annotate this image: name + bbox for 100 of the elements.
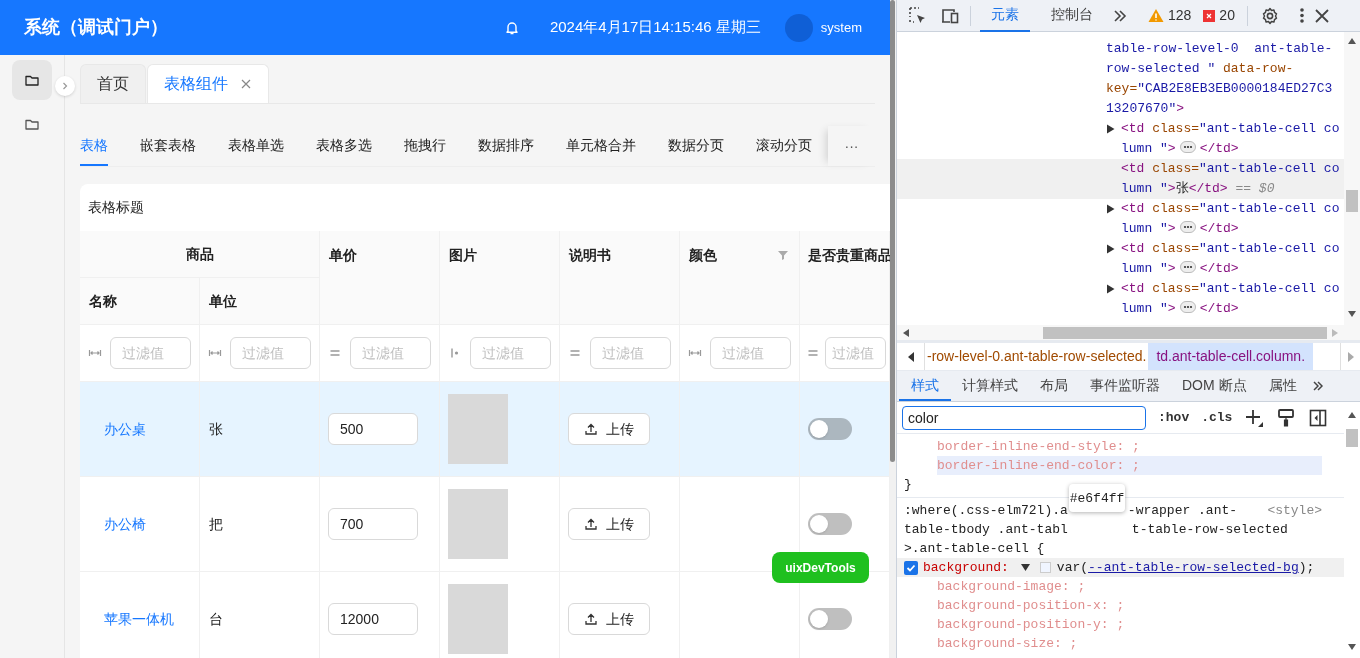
warnings-button[interactable]: 128 — [1148, 5, 1192, 26]
filter-field[interactable]: 过滤值 — [110, 337, 191, 369]
upload-button[interactable]: 上传 — [568, 413, 650, 445]
element-node[interactable]: <td class="ant-table-cell column ">张</td> == $0 — [897, 159, 1344, 199]
plus-button[interactable] — [1244, 407, 1265, 428]
sub-tab[interactable]: 嵌套表格 — [140, 126, 196, 166]
filter-field[interactable]: 过滤值 — [230, 337, 311, 369]
sub-tab[interactable]: 单元格合并 — [566, 126, 636, 166]
source-link[interactable]: <style> — [1267, 501, 1322, 520]
photo-placeholder — [448, 489, 508, 559]
css-property[interactable]: background: — [923, 558, 1009, 577]
sub-tab[interactable]: 表格多选 — [316, 126, 372, 166]
css-selector: t-table-row-selected — [1131, 521, 1288, 539]
styles-tab[interactable]: 计算样式 — [951, 371, 1029, 401]
toggle-button[interactable]: .cls — [1201, 407, 1233, 428]
styles-tab[interactable]: 样式 — [899, 371, 951, 401]
chevron-right-icon — [61, 82, 69, 90]
more-button[interactable]: ··· — [828, 126, 875, 166]
sub-tab[interactable]: 数据排序 — [478, 126, 534, 166]
more-vertical-button[interactable] — [1299, 8, 1304, 23]
scroll-left-icon — [903, 329, 909, 337]
color-swatch[interactable] — [1039, 562, 1051, 573]
filter-field[interactable]: 过滤值 — [710, 337, 791, 369]
toggle-switch[interactable] — [808, 608, 852, 630]
page-tab[interactable]: 表格组件 — [147, 64, 269, 103]
toggle-switch[interactable] — [808, 513, 852, 535]
toggle-button[interactable]: :hov — [1158, 407, 1190, 428]
error-icon — [1203, 9, 1216, 22]
table-cell: 台 — [200, 572, 320, 658]
styles-tab[interactable]: 布局 — [1029, 371, 1079, 401]
warning-icon — [1148, 8, 1164, 23]
scroll-right-icon — [1332, 329, 1338, 337]
styles-tab[interactable]: 事件监听器 — [1079, 371, 1171, 401]
upload-button[interactable]: 上传 — [568, 603, 650, 635]
ellipsis-icon[interactable] — [1179, 301, 1196, 313]
errors-button[interactable]: 20 — [1203, 5, 1235, 26]
css-brace: } — [904, 476, 912, 494]
element-node[interactable]: <td class="ant-table-cell column "> </td> — [897, 199, 1344, 239]
more-vertical-icon — [1299, 8, 1304, 23]
css-selector: -wrapper .ant- — [1127, 502, 1238, 520]
scrollbar-thumb[interactable] — [1346, 190, 1358, 212]
caret-right-icon — [1347, 351, 1354, 362]
sub-tab[interactable]: 表格单选 — [228, 126, 284, 166]
filter-field[interactable]: 过滤值 — [350, 337, 431, 369]
paint-roller-button[interactable] — [1276, 407, 1297, 428]
element-node[interactable]: table-row-level-0 ant-table-row-selected " data-row-key="CAB2E8EB3EB0000184ED27C313207670"> — [897, 39, 1344, 119]
element-node[interactable]: <td class="ant-table-cell column "> </td> — [897, 279, 1344, 319]
filter-field[interactable]: color — [902, 405, 1146, 430]
sidebar-item[interactable] — [12, 60, 52, 100]
upload-icon — [584, 422, 598, 436]
toggle-switch[interactable] — [808, 418, 852, 440]
check-icon — [906, 562, 916, 573]
product-link[interactable]: 办公椅 — [104, 513, 146, 535]
css-selector: >.ant-table-cell { — [904, 540, 1045, 558]
checkbox[interactable] — [904, 560, 918, 575]
sub-tab[interactable]: 表格 — [80, 126, 108, 166]
ellipsis-icon[interactable] — [1179, 261, 1196, 273]
scrollbar-thumb[interactable] — [1346, 429, 1358, 447]
filter-field[interactable]: 过滤值 — [590, 337, 671, 369]
price-field[interactable]: 12000 — [328, 603, 418, 635]
devtools-tab[interactable]: 元素 — [980, 0, 1030, 32]
filter-field[interactable]: 过滤值 — [825, 337, 886, 369]
expand-triangle-icon[interactable] — [1106, 284, 1115, 294]
bell-icon — [503, 19, 520, 36]
ellipsis-icon[interactable] — [1179, 221, 1196, 233]
page-tab[interactable]: 首页 — [80, 64, 146, 103]
caret-left-icon — [907, 351, 914, 362]
css-value: var(--ant-table-row-selected-bg); — [1056, 559, 1315, 577]
sub-tab[interactable]: 滚动分页 — [756, 126, 812, 166]
sidebar-toggle-button[interactable] — [1308, 407, 1329, 428]
ellipsis-icon[interactable] — [1179, 141, 1196, 153]
scrollbar-thumb[interactable] — [890, 0, 895, 462]
product-link[interactable]: 办公桌 — [104, 418, 146, 440]
expand-triangle-icon[interactable] — [1106, 244, 1115, 254]
styles-tab[interactable]: 属性 — [1257, 371, 1308, 401]
sub-tab[interactable]: 数据分页 — [668, 126, 724, 166]
upload-icon — [584, 517, 598, 531]
table-title: 表格标题 — [87, 198, 145, 217]
price-field[interactable]: 500 — [328, 413, 418, 445]
table-header-cell: 单位 — [200, 278, 320, 325]
element-node[interactable]: <td class="ant-table-cell column "> </td> — [897, 239, 1344, 279]
price-field[interactable]: 700 — [328, 508, 418, 540]
product-link[interactable]: 苹果一体机 — [104, 608, 174, 630]
styles-tab[interactable]: DOM 断点 — [1171, 371, 1258, 401]
sub-tab[interactable]: 拖拽行 — [404, 126, 446, 166]
breadcrumb-item[interactable]: -row-level-0.ant-table-row-selected. — [925, 343, 1149, 370]
scroll-up-icon — [1348, 38, 1356, 44]
datetime: 2024年4月17日14:15:46 星期三 — [549, 17, 761, 38]
expand-triangle-icon[interactable] — [1106, 124, 1115, 134]
expand-triangle-icon[interactable] — [1106, 204, 1115, 214]
table-header-cell: 商品 — [80, 231, 320, 278]
breadcrumb-item[interactable]: td.ant-table-cell.column. — [1148, 343, 1314, 370]
devtools-tab[interactable]: 控制台 — [1040, 0, 1104, 32]
upload-icon — [584, 612, 598, 626]
element-node[interactable]: <td class="ant-table-cell column "> </td> — [897, 119, 1344, 159]
expand-triangle-icon[interactable] — [1020, 564, 1030, 571]
upload-button[interactable]: 上传 — [568, 508, 650, 540]
scrollbar-thumb[interactable] — [1043, 327, 1327, 339]
filter-field[interactable]: 过滤值 — [470, 337, 551, 369]
variable-link[interactable]: --ant-table-row-selected-bg — [1088, 560, 1299, 575]
